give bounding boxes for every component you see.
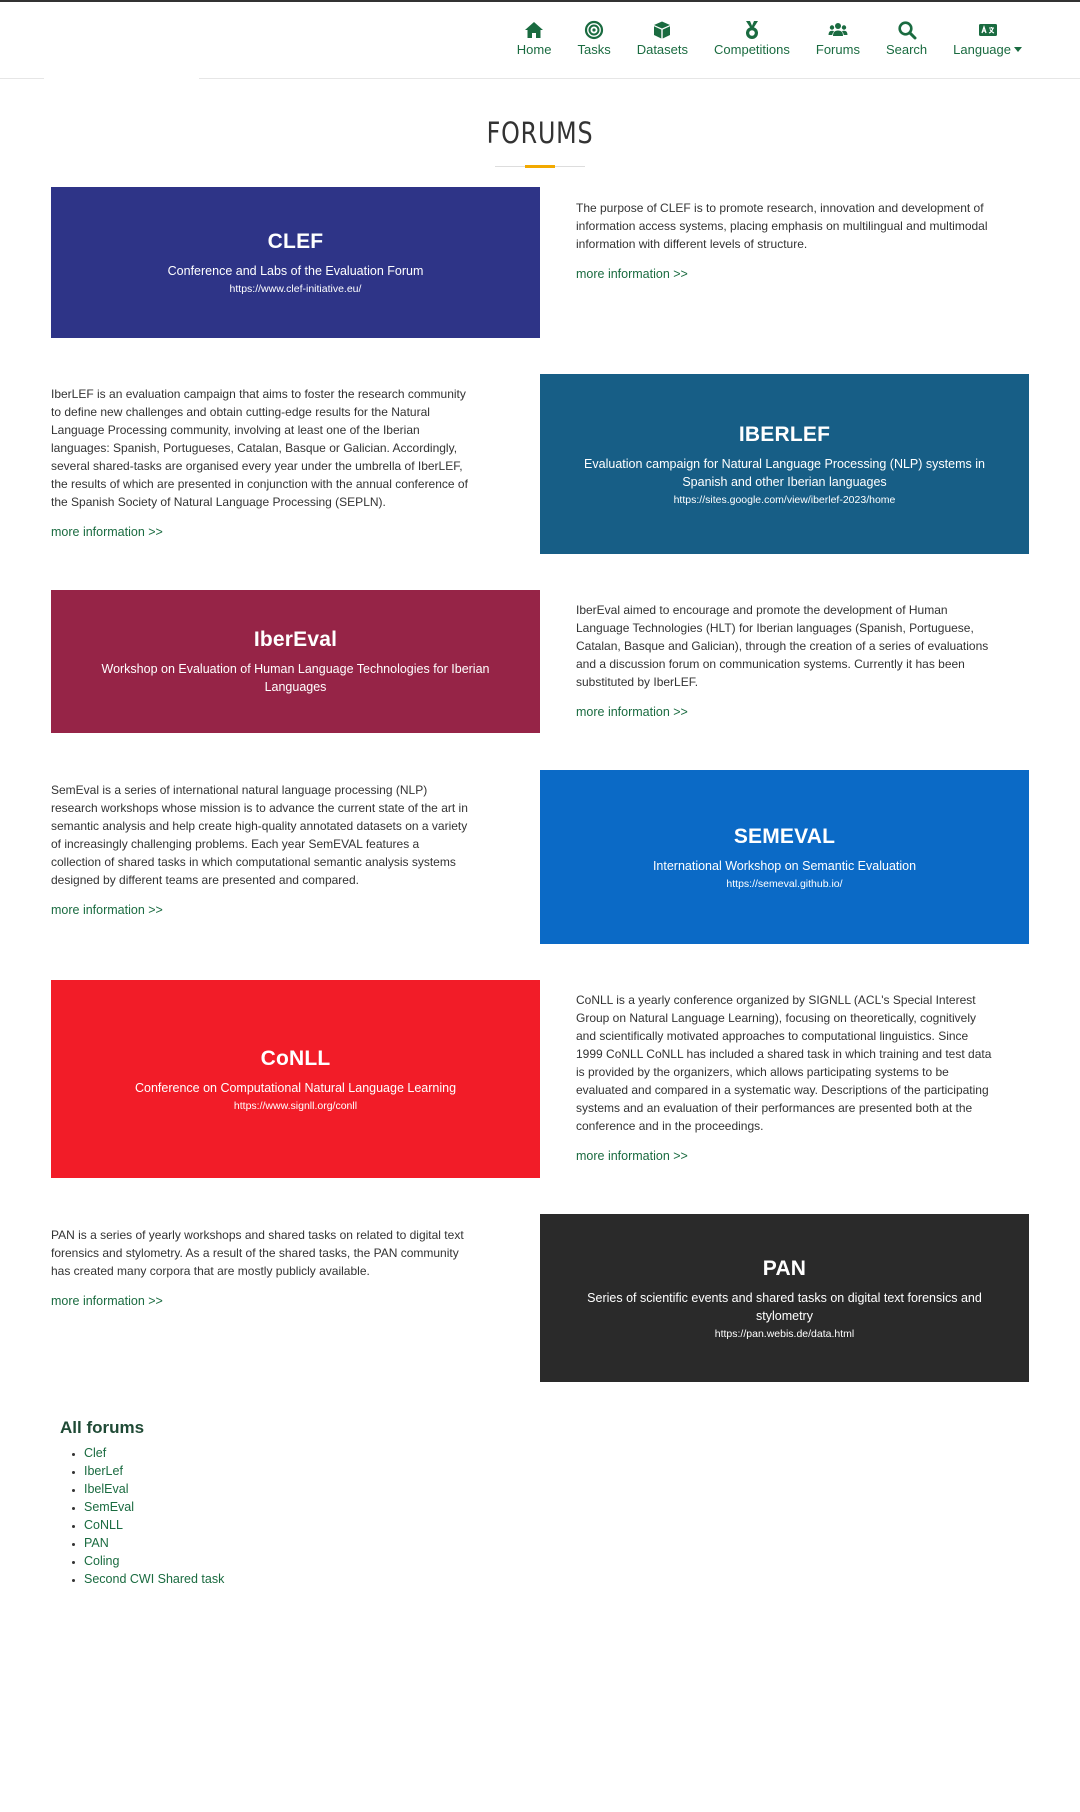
nav-datasets[interactable]: Datasets: [637, 20, 688, 57]
main-nav: Home Tasks Datasets Competitions Forums: [517, 20, 1022, 57]
nav-home[interactable]: Home: [516, 20, 552, 57]
caret-down-icon: [1014, 47, 1022, 52]
more-information-link[interactable]: more information >>: [576, 1147, 688, 1165]
logo-slot: [44, 77, 199, 79]
all-forums-item[interactable]: CoNLL: [84, 1516, 224, 1534]
title-accent-bar: [525, 165, 555, 168]
forum-card-url[interactable]: https://pan.webis.de/data.html: [715, 1328, 855, 1340]
forum-card-iberlef[interactable]: IBERLEF Evaluation campaign for Natural …: [540, 374, 1029, 554]
all-forums-item[interactable]: SemEval: [84, 1498, 224, 1516]
more-information-link[interactable]: more information >>: [576, 265, 688, 283]
forum-card-semeval[interactable]: SEMEVAL International Workshop on Semant…: [540, 770, 1029, 944]
forum-description-text: SemEval is a series of international nat…: [51, 783, 468, 887]
forum-description-text: IberEval aimed to encourage and promote …: [576, 603, 989, 689]
forum-description-iberlef: IberLEF is an evaluation campaign that a…: [51, 385, 471, 541]
forum-card-title: IBERLEF: [738, 422, 831, 446]
forum-card-conll[interactable]: CoNLL Conference on Computational Natura…: [51, 980, 540, 1178]
nav-competitions-label: Competitions: [714, 42, 790, 57]
nav-forums-label: Forums: [815, 42, 860, 57]
nav-tasks[interactable]: Tasks: [577, 20, 611, 57]
language-icon: [978, 20, 998, 40]
all-forums-item[interactable]: Clef: [84, 1444, 224, 1462]
search-icon: [897, 20, 917, 40]
forum-card-title: SEMEVAL: [733, 824, 836, 848]
forum-card-title: CLEF: [267, 230, 324, 253]
forum-card-subtitle: Series of scientific events and shared t…: [587, 1290, 982, 1323]
nav-tasks-label: Tasks: [577, 42, 611, 57]
all-forums-item[interactable]: IberLef: [84, 1462, 224, 1480]
forum-card-url[interactable]: https://semeval.github.io/: [726, 878, 842, 890]
nav-language-label: Language: [953, 42, 1022, 57]
forum-card-subtitle: Workshop on Evaluation of Human Language…: [101, 661, 490, 694]
forum-card-url[interactable]: https://www.signll.org/conll: [234, 1100, 357, 1112]
forum-description-ibereval: IberEval aimed to encourage and promote …: [576, 601, 996, 721]
nav-competitions[interactable]: Competitions: [714, 20, 790, 57]
all-forums-item[interactable]: PAN: [84, 1534, 224, 1552]
forum-description-pan: PAN is a series of yearly workshops and …: [51, 1226, 471, 1310]
target-icon: [584, 20, 604, 40]
forum-description-clef: The purpose of CLEF is to promote resear…: [576, 199, 996, 283]
forum-card-title: IberEval: [253, 627, 338, 651]
nav-forums[interactable]: Forums: [816, 20, 860, 57]
forum-description-text: IberLEF is an evaluation campaign that a…: [51, 387, 468, 509]
medal-icon: [742, 20, 762, 40]
nav-home-label: Home: [516, 42, 552, 57]
forum-description-text: CoNLL is a yearly conference organized b…: [576, 993, 992, 1133]
forum-card-url[interactable]: https://sites.google.com/view/iberlef-20…: [674, 494, 896, 506]
page-title: FORUMS: [486, 116, 594, 150]
forum-card-title: CoNLL: [260, 1046, 331, 1070]
forum-description-conll: CoNLL is a yearly conference organized b…: [576, 991, 996, 1165]
forum-card-clef[interactable]: CLEF Conference and Labs of the Evaluati…: [51, 187, 540, 338]
forum-description-text: The purpose of CLEF is to promote resear…: [576, 201, 988, 251]
forum-card-title: PAN: [762, 1256, 807, 1280]
nav-language[interactable]: Language: [953, 20, 1022, 57]
cube-icon: [652, 20, 672, 40]
all-forums-item[interactable]: IbelEval: [84, 1480, 224, 1498]
all-forums-item[interactable]: Second CWI Shared task: [84, 1570, 224, 1588]
forum-card-pan[interactable]: PAN Series of scientific events and shar…: [540, 1214, 1029, 1382]
forum-card-ibereval[interactable]: IberEval Workshop on Evaluation of Human…: [51, 590, 540, 733]
more-information-link[interactable]: more information >>: [51, 901, 163, 919]
forum-description-text: PAN is a series of yearly workshops and …: [51, 1228, 464, 1278]
users-icon: [828, 20, 848, 40]
forum-card-subtitle: Conference and Labs of the Evaluation Fo…: [167, 264, 424, 278]
more-information-link[interactable]: more information >>: [51, 1292, 163, 1310]
all-forums-item[interactable]: Coling: [84, 1552, 224, 1570]
all-forums-heading: All forums: [60, 1418, 145, 1437]
more-information-link[interactable]: more information >>: [51, 523, 163, 541]
site-header: Home Tasks Datasets Competitions Forums: [0, 2, 1080, 79]
all-forums-list: Clef IberLef IbelEval SemEval CoNLL PAN …: [84, 1444, 224, 1588]
nav-search-label: Search: [885, 42, 928, 57]
nav-search[interactable]: Search: [886, 20, 927, 57]
forum-card-url[interactable]: https://www.clef-initiative.eu/: [230, 283, 362, 295]
forum-description-semeval: SemEval is a series of international nat…: [51, 781, 471, 919]
more-information-link[interactable]: more information >>: [576, 703, 688, 721]
nav-datasets-label: Datasets: [636, 42, 689, 57]
forum-card-subtitle: International Workshop on Semantic Evalu…: [652, 858, 917, 873]
forum-card-subtitle: Evaluation campaign for Natural Language…: [584, 456, 985, 489]
forum-card-subtitle: Conference on Computational Natural Lang…: [134, 1080, 457, 1095]
home-icon: [524, 20, 544, 40]
